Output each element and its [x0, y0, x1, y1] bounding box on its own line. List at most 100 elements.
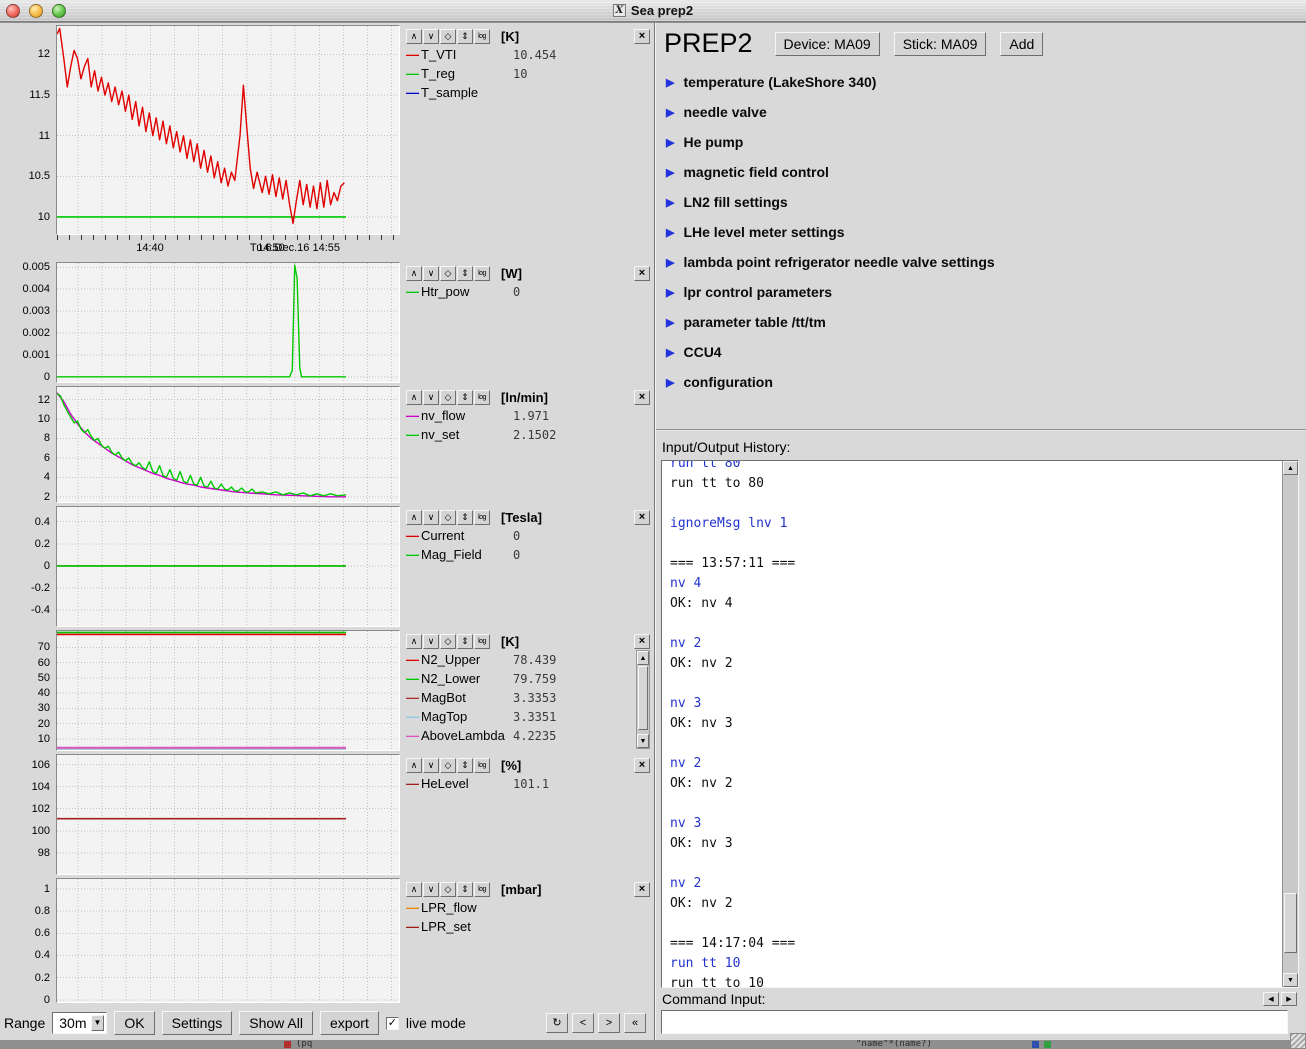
plot-area-he-level[interactable]: [56, 754, 400, 875]
close-chart-button[interactable]: ×: [634, 266, 650, 281]
scrollbar-track[interactable]: [637, 665, 649, 734]
tree-item-ln2-fill-settings[interactable]: ▶LN2 fill settings: [666, 187, 1306, 217]
zoom-button[interactable]: ◇: [440, 510, 456, 525]
close-chart-button[interactable]: ×: [634, 758, 650, 773]
legend-item-lpr-set: —LPR_set: [406, 917, 650, 936]
history-line: OK: nv 2: [670, 774, 1282, 794]
close-chart-button[interactable]: ×: [634, 29, 650, 44]
tree-item-lhe-level-meter-settings[interactable]: ▶LHe level meter settings: [666, 217, 1306, 247]
scroll-right-button[interactable]: ▶: [1281, 992, 1297, 1006]
shift-up-button[interactable]: ∧: [406, 758, 422, 773]
log-scale-button[interactable]: log: [474, 634, 490, 649]
tree-item-he-pump[interactable]: ▶He pump: [666, 127, 1306, 157]
plot-area-magnetic-field[interactable]: [56, 506, 400, 627]
shift-down-button[interactable]: ∨: [423, 758, 439, 773]
legend-item-helevel: —HeLevel101.1: [406, 774, 650, 793]
history-scrollbar[interactable]: ▲ ▼: [1282, 461, 1298, 987]
log-scale-button[interactable]: log: [474, 882, 490, 897]
close-chart-button[interactable]: ×: [634, 390, 650, 405]
show-all-button[interactable]: Show All: [239, 1011, 313, 1035]
scroll-down-button[interactable]: ▼: [637, 734, 649, 748]
live-mode-checkbox[interactable]: ✓: [386, 1017, 399, 1030]
export-button[interactable]: export: [320, 1011, 379, 1035]
scrollbar-track[interactable]: [1283, 475, 1298, 973]
stick-button[interactable]: Stick: MA09: [894, 32, 987, 56]
shift-up-button[interactable]: ∧: [406, 29, 422, 44]
legend-scrollbar[interactable]: ▲ ▼: [636, 650, 650, 749]
tree-item-configuration[interactable]: ▶configuration: [666, 367, 1306, 397]
range-select[interactable]: 30m ▼: [52, 1012, 107, 1034]
close-chart-button[interactable]: ×: [634, 634, 650, 649]
zoom-window-button[interactable]: [52, 4, 66, 18]
y-tick-label: 102: [32, 803, 50, 815]
shift-up-button[interactable]: ∧: [406, 634, 422, 649]
minimize-window-button[interactable]: [29, 4, 43, 18]
page-left-button[interactable]: <: [572, 1013, 594, 1033]
shift-up-button[interactable]: ∧: [406, 510, 422, 525]
scrollbar-thumb[interactable]: [1284, 893, 1297, 953]
window-titlebar[interactable]: X Sea prep2: [0, 0, 1306, 22]
shift-up-button[interactable]: ∧: [406, 266, 422, 281]
tree-item-magnetic-field-control[interactable]: ▶magnetic field control: [666, 157, 1306, 187]
log-scale-button[interactable]: log: [474, 390, 490, 405]
scroll-up-button[interactable]: ▲: [637, 651, 649, 665]
autoscale-button[interactable]: ⇕: [457, 390, 473, 405]
autoscale-button[interactable]: ⇕: [457, 29, 473, 44]
redraw-button[interactable]: ↻: [546, 1013, 568, 1033]
device-button[interactable]: Device: MA09: [775, 32, 880, 56]
close-window-button[interactable]: [6, 4, 20, 18]
shift-down-button[interactable]: ∨: [423, 634, 439, 649]
autoscale-button[interactable]: ⇕: [457, 882, 473, 897]
plot-area-lpr[interactable]: [56, 878, 400, 1003]
shift-down-button[interactable]: ∨: [423, 390, 439, 405]
plot-area-nv-flow[interactable]: [56, 386, 400, 503]
zoom-button[interactable]: ◇: [440, 634, 456, 649]
page-right-button[interactable]: >: [598, 1013, 620, 1033]
zoom-button[interactable]: ◇: [440, 29, 456, 44]
expand-triangle-icon: ▶: [666, 346, 674, 359]
add-button[interactable]: Add: [1000, 32, 1043, 56]
autoscale-button[interactable]: ⇕: [457, 634, 473, 649]
close-chart-button[interactable]: ×: [634, 882, 650, 897]
log-scale-button[interactable]: log: [474, 510, 490, 525]
ok-button[interactable]: OK: [114, 1011, 154, 1035]
scroll-left-button[interactable]: ◀: [1263, 992, 1279, 1006]
window-resize-grip[interactable]: [1290, 1033, 1306, 1049]
shift-up-button[interactable]: ∧: [406, 882, 422, 897]
scroll-up-button[interactable]: ▲: [1283, 461, 1298, 475]
tree-item-ccu4[interactable]: ▶CCU4: [666, 337, 1306, 367]
tree-item-temperature-lakeshore-340[interactable]: ▶temperature (LakeShore 340): [666, 67, 1306, 97]
autoscale-button[interactable]: ⇕: [457, 758, 473, 773]
scrollbar-thumb[interactable]: [638, 666, 648, 729]
tree-item-lpr-control-parameters[interactable]: ▶lpr control parameters: [666, 277, 1306, 307]
zoom-button[interactable]: ◇: [440, 390, 456, 405]
shift-down-button[interactable]: ∨: [423, 29, 439, 44]
chart-panel-n2-temperatures: 70605040302010 ∧∨◇⇕log[K] × —N2_Upper78.…: [0, 630, 654, 751]
tree-item-lambda-point-refrigerator-needle-valve-settings[interactable]: ▶lambda point refrigerator needle valve …: [666, 247, 1306, 277]
settings-button[interactable]: Settings: [162, 1011, 233, 1035]
shift-down-button[interactable]: ∨: [423, 266, 439, 281]
plot-area-n2-temperatures[interactable]: [56, 630, 400, 751]
shift-down-button[interactable]: ∨: [423, 882, 439, 897]
plot-area-temperature[interactable]: [56, 25, 400, 235]
shift-up-button[interactable]: ∧: [406, 390, 422, 405]
zoom-button[interactable]: ◇: [440, 882, 456, 897]
close-chart-button[interactable]: ×: [634, 510, 650, 525]
history-horizontal-scrollbar[interactable]: ◀ ▶: [1263, 992, 1297, 1006]
zoom-button[interactable]: ◇: [440, 266, 456, 281]
plot-area-heater-power[interactable]: [56, 262, 400, 383]
command-input[interactable]: [661, 1010, 1288, 1034]
jump-left-button[interactable]: «: [624, 1013, 646, 1033]
autoscale-button[interactable]: ⇕: [457, 510, 473, 525]
scroll-down-button[interactable]: ▼: [1283, 973, 1298, 987]
log-scale-button[interactable]: log: [474, 266, 490, 281]
autoscale-button[interactable]: ⇕: [457, 266, 473, 281]
tree-item-needle-valve[interactable]: ▶needle valve: [666, 97, 1306, 127]
log-scale-button[interactable]: log: [474, 758, 490, 773]
tree-item-parameter-table-tt-tm[interactable]: ▶parameter table /tt/tm: [666, 307, 1306, 337]
zoom-button[interactable]: ◇: [440, 758, 456, 773]
y-tick-label: 104: [32, 781, 50, 793]
log-scale-button[interactable]: log: [474, 29, 490, 44]
history-box[interactable]: run tt 80run tt to 80 ignoreMsg lnv 1 ==…: [661, 460, 1299, 988]
shift-down-button[interactable]: ∨: [423, 510, 439, 525]
